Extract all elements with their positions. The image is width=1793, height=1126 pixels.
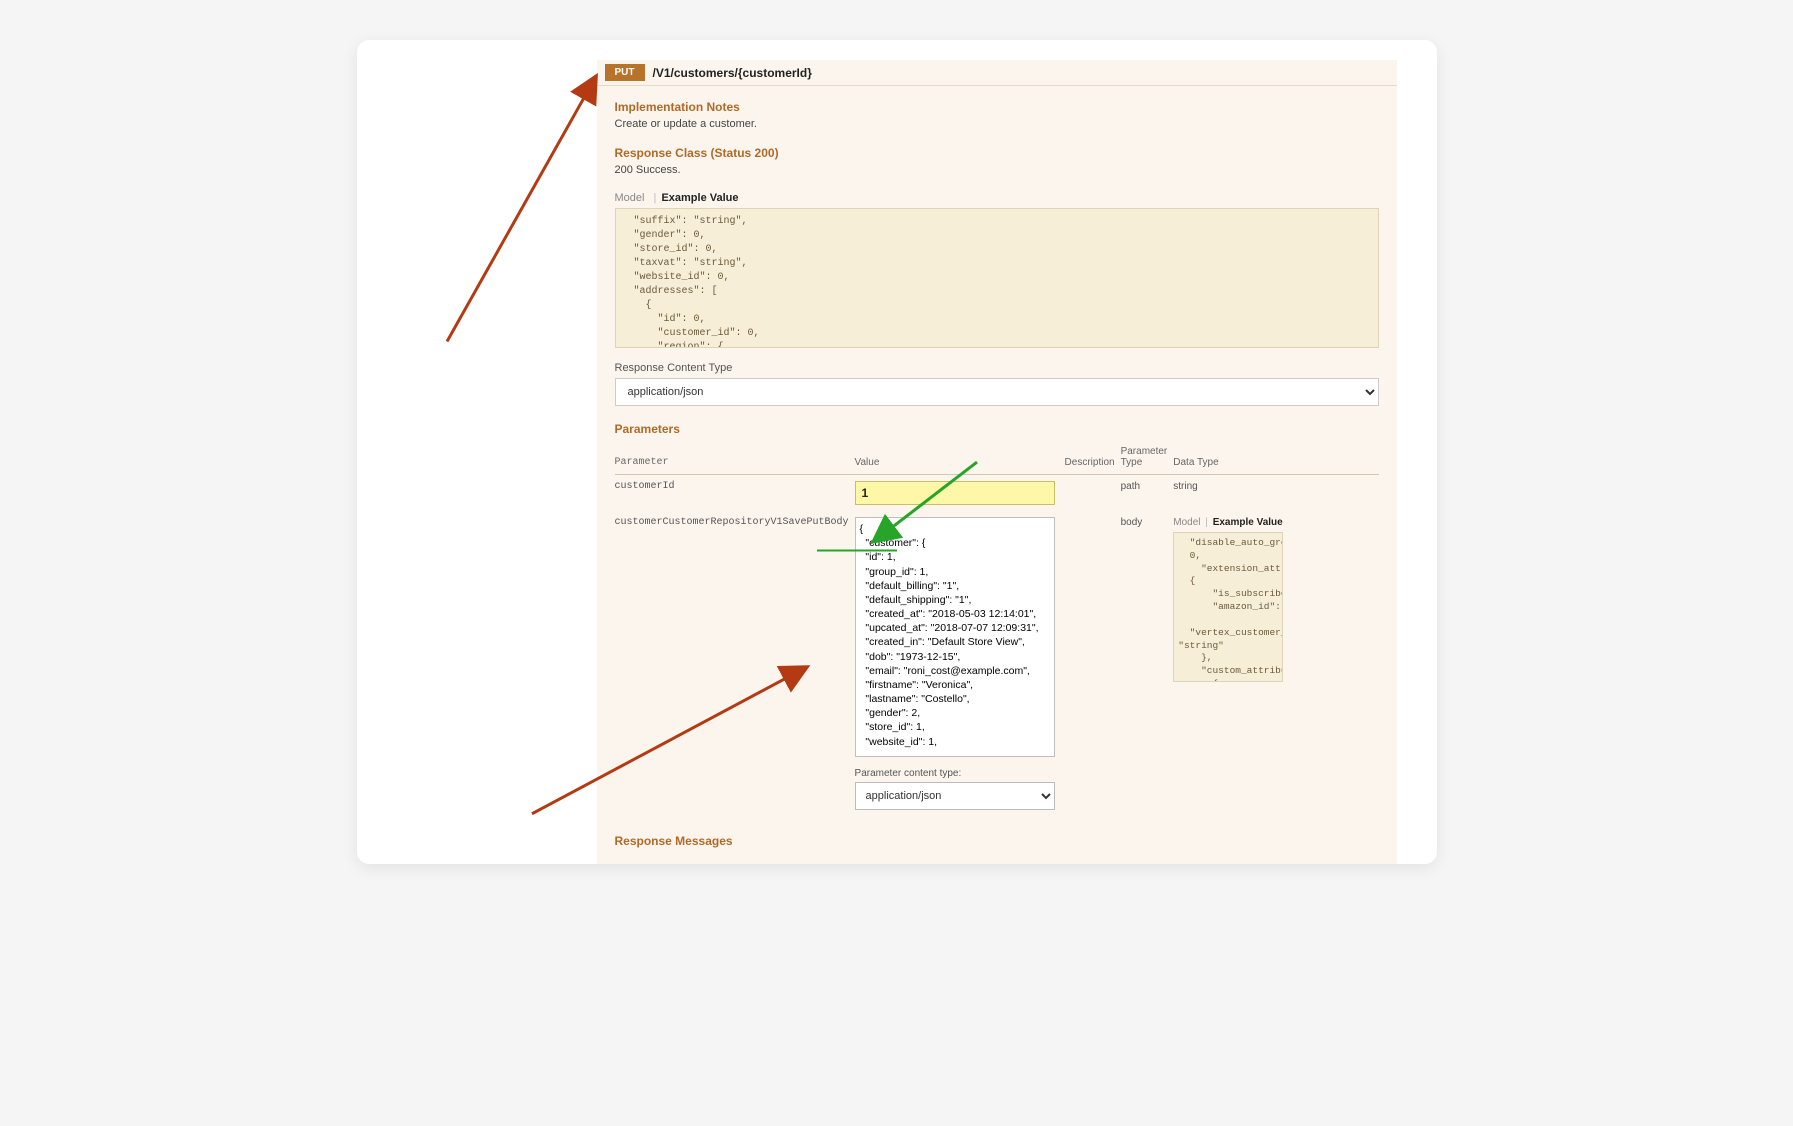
- response-class-text: 200 Success.: [615, 164, 1379, 176]
- param-name: customerId: [615, 475, 855, 512]
- col-header-ptype: Parameter Type: [1121, 442, 1174, 475]
- dtype-tab-example[interactable]: Example Value: [1213, 517, 1283, 528]
- param-name: customerCustomerRepositoryV1SavePutBody: [615, 511, 855, 816]
- param-content-type-label: Parameter content type:: [855, 768, 1059, 779]
- implementation-notes-title: Implementation Notes: [615, 100, 1379, 114]
- response-example-tabs: Model | Example Value: [615, 192, 1379, 204]
- param-desc: [1065, 511, 1121, 816]
- param-row-customerId: customerId path string: [615, 475, 1379, 512]
- swagger-operation-panel: PUT /V1/customers/{customerId} Implement…: [597, 60, 1397, 864]
- response-content-type-label: Response Content Type: [615, 362, 1379, 374]
- col-header-value: Value: [855, 442, 1065, 475]
- http-method-badge: PUT: [605, 64, 645, 81]
- param-ptype: path: [1121, 475, 1174, 512]
- param-body-textarea[interactable]: [855, 517, 1055, 757]
- tab-model[interactable]: Model: [615, 192, 645, 204]
- col-header-dtype: Data Type: [1173, 442, 1378, 475]
- operation-path: /V1/customers/{customerId}: [653, 66, 812, 80]
- response-class-title: Response Class (Status 200): [615, 146, 1379, 160]
- param-row-body: customerCustomerRepositoryV1SavePutBody …: [615, 511, 1379, 816]
- response-messages-title: Response Messages: [615, 834, 1379, 848]
- response-content-type-select[interactable]: application/json: [615, 378, 1379, 406]
- param-content-type-select[interactable]: application/json: [855, 782, 1055, 810]
- implementation-notes-text: Create or update a customer.: [615, 118, 1379, 130]
- param-desc: [1065, 475, 1121, 512]
- param-ptype: body: [1121, 511, 1174, 816]
- col-header-description: Description: [1065, 442, 1121, 475]
- col-header-parameter: Parameter: [615, 442, 855, 475]
- param-value-input-customerId[interactable]: [855, 481, 1055, 505]
- response-example-json[interactable]: "suffix": "string", "gender": 0, "store_…: [615, 208, 1379, 348]
- tab-example-value[interactable]: Example Value: [661, 192, 738, 204]
- dtype-example-json[interactable]: "disable_auto_group_cha 0, "extension_at…: [1173, 532, 1283, 682]
- dtype-tab-model[interactable]: Model: [1173, 517, 1200, 528]
- operation-body: Implementation Notes Create or update a …: [597, 86, 1397, 864]
- operation-header[interactable]: PUT /V1/customers/{customerId}: [597, 60, 1397, 86]
- param-dtype: string: [1173, 475, 1378, 512]
- parameters-table: Parameter Value Description Parameter Ty…: [615, 442, 1379, 816]
- dtype-tabs: Model | Example Value: [1173, 517, 1372, 528]
- parameters-title: Parameters: [615, 422, 1379, 436]
- screenshot-card: PUT /V1/customers/{customerId} Implement…: [357, 40, 1437, 864]
